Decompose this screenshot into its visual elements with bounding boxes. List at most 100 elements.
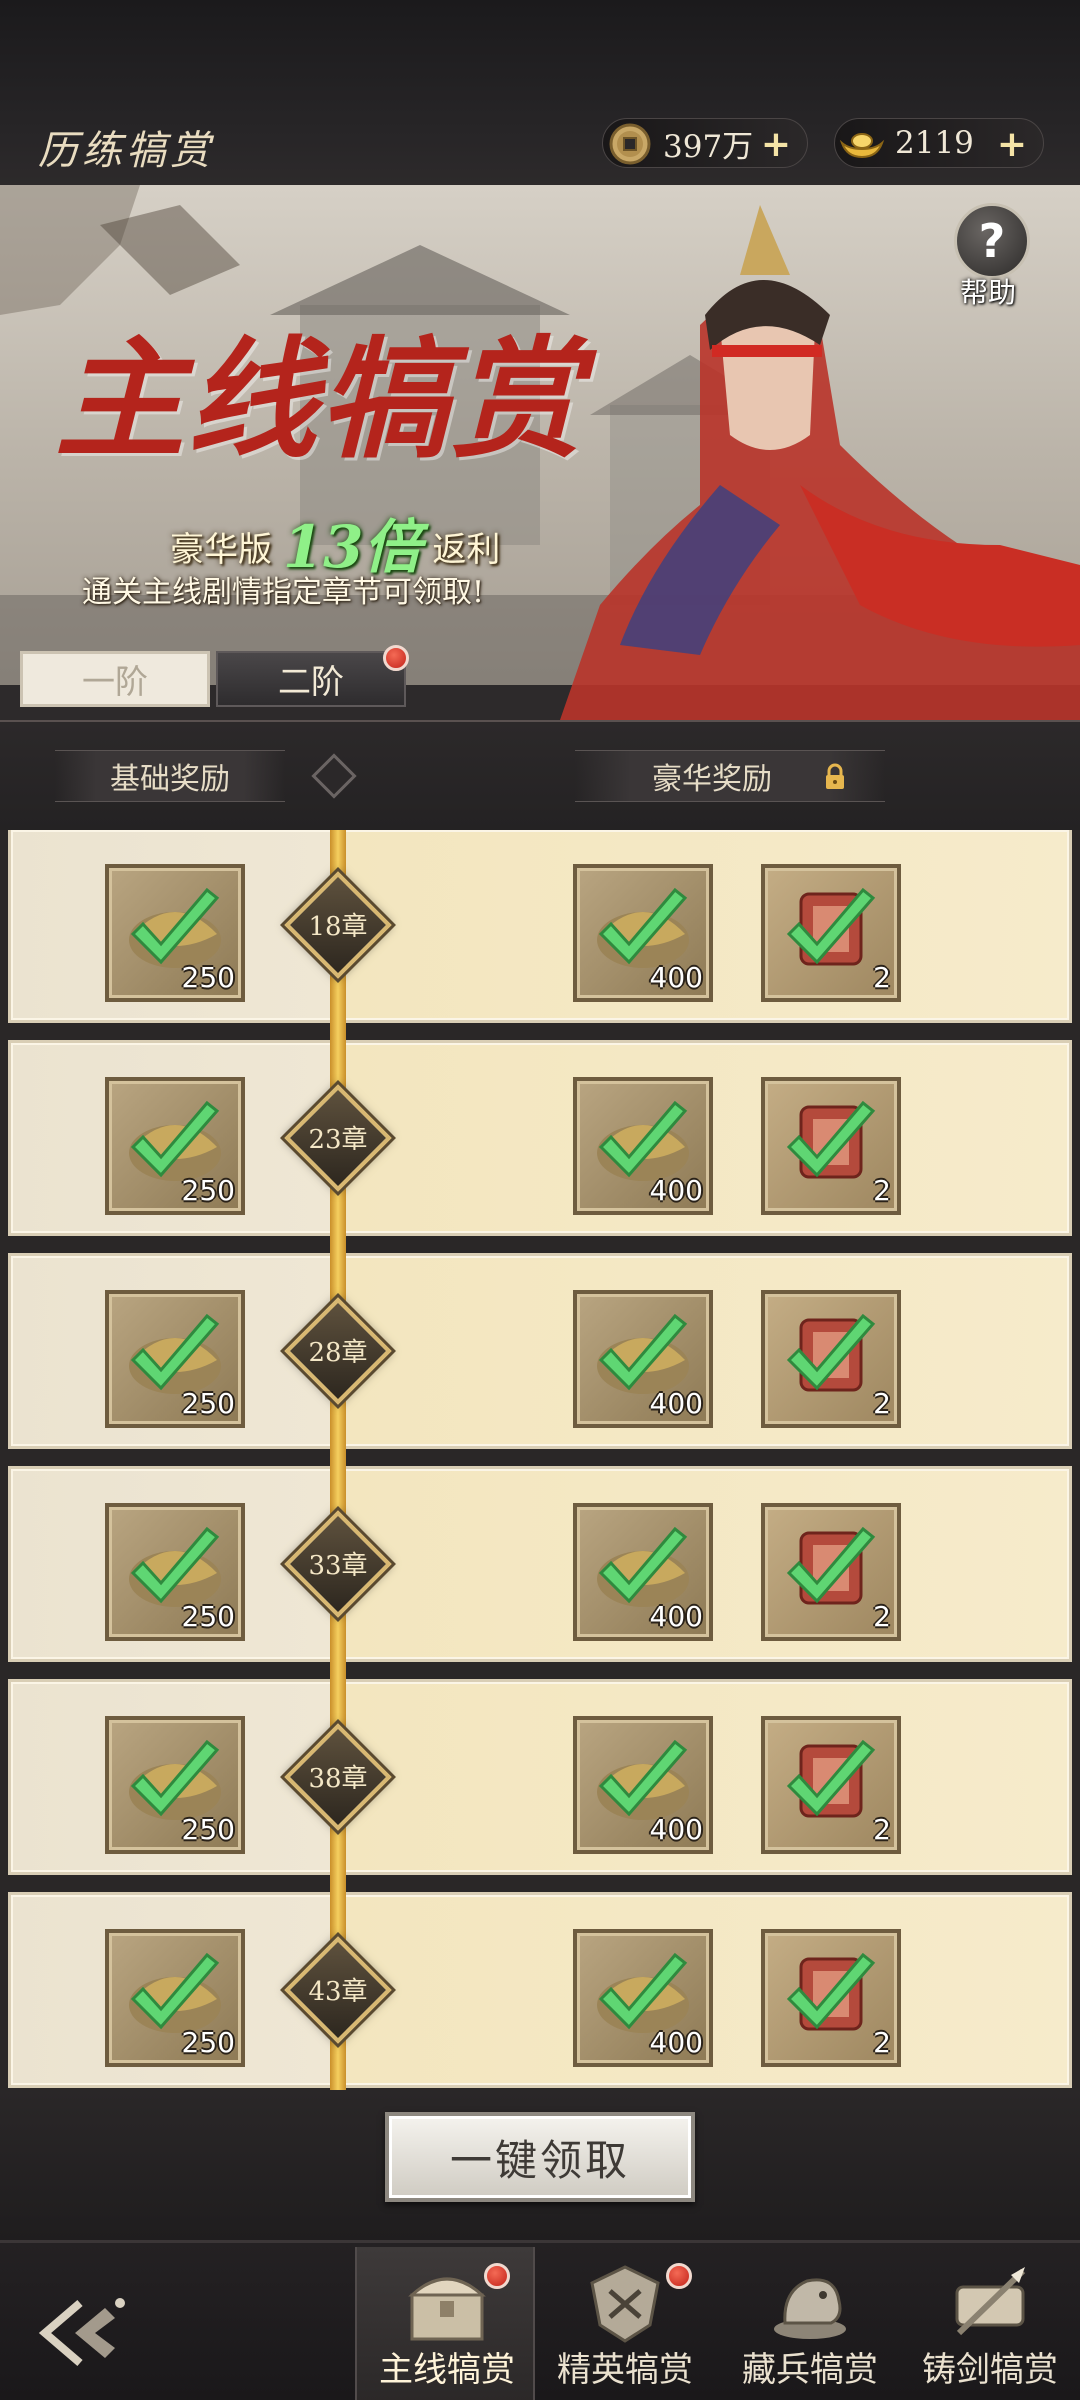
tab-main-label: 主线犒赏 <box>379 2350 515 2390</box>
reward-row[interactable]: 250 400 2 <box>8 1253 1072 1449</box>
tab-sword-label: 铸剑犒赏 <box>922 2350 1058 2390</box>
item-quantity: 250 <box>181 2026 235 2059</box>
chapter-marker: 23章 <box>284 1084 392 1192</box>
item-quantity: 250 <box>181 1174 235 1207</box>
item-quantity: 2 <box>873 1813 891 1846</box>
deluxe-reward-item[interactable]: 400 <box>573 1716 713 1854</box>
item-quantity: 400 <box>649 1387 703 1420</box>
coin-counter[interactable]: 397万 + <box>602 118 808 168</box>
chapter-marker: 33章 <box>284 1510 392 1618</box>
bottom-navigation: 主线犒赏 精英犒赏 藏兵犒赏 铸剑犒赏 <box>0 2240 1080 2400</box>
deluxe-reward-item[interactable]: 2 <box>761 1503 901 1641</box>
chapter-label: 38章 <box>308 1764 368 1794</box>
deluxe-reward-item[interactable]: 400 <box>573 864 713 1002</box>
item-quantity: 400 <box>649 2026 703 2059</box>
basic-rewards-label: 基础奖励 <box>55 750 285 802</box>
tier-tab-2[interactable]: 二阶 <box>216 651 406 707</box>
tab-arsenal-label: 藏兵犒赏 <box>742 2350 878 2390</box>
item-quantity: 250 <box>181 1600 235 1633</box>
item-quantity: 400 <box>649 1813 703 1846</box>
gold-ingot-icon <box>839 133 885 159</box>
banner-title: 主线犒赏 <box>55 323 584 476</box>
claimed-check-icon <box>786 1100 876 1178</box>
subtitle-prefix: 豪华版 <box>170 530 272 570</box>
item-quantity: 2 <box>873 1387 891 1420</box>
tab-arsenal-rewards[interactable]: 藏兵犒赏 <box>720 2247 900 2400</box>
chapter-label: 18章 <box>308 912 368 942</box>
reward-row[interactable]: 250 400 2 <box>8 1040 1072 1236</box>
add-coins-button[interactable]: + <box>761 124 791 165</box>
top-bar: 历练犒赏 397万 + 2119 + <box>0 0 1080 185</box>
chapter-marker: 43章 <box>284 1936 392 2044</box>
deluxe-reward-item[interactable]: 2 <box>761 1290 901 1428</box>
basic-reward-item[interactable]: 250 <box>105 1929 245 2067</box>
deluxe-reward-item[interactable]: 400 <box>573 1290 713 1428</box>
back-arrow-icon[interactable] <box>20 2273 130 2383</box>
deluxe-reward-item[interactable]: 2 <box>761 1929 901 2067</box>
claimed-check-icon <box>786 1313 876 1391</box>
basic-reward-item[interactable]: 250 <box>105 864 245 1002</box>
reward-row[interactable]: 250 400 2 <box>8 1679 1072 1875</box>
item-quantity: 400 <box>649 1600 703 1633</box>
claim-area: 一键领取 <box>0 2090 1080 2240</box>
item-quantity: 250 <box>181 1813 235 1846</box>
help-button[interactable]: ? <box>954 203 1030 279</box>
item-quantity: 2 <box>873 2026 891 2059</box>
banner-note: 通关主线剧情指定章节可领取! <box>82 575 485 610</box>
chapter-marker: 18章 <box>284 871 392 979</box>
subtitle-suffix: 返利 <box>432 530 501 570</box>
event-banner: 主线犒赏 豪华版 13倍 返利 通关主线剧情指定章节可领取! ? 帮助 一阶 二… <box>0 185 1080 720</box>
claimed-check-icon <box>786 1739 876 1817</box>
deluxe-reward-item[interactable]: 400 <box>573 1077 713 1215</box>
chapter-label: 28章 <box>308 1338 368 1368</box>
chapter-label: 23章 <box>308 1125 368 1155</box>
reward-row[interactable]: 250 400 2 <box>8 1466 1072 1662</box>
chapter-label: 33章 <box>308 1551 368 1581</box>
item-quantity: 250 <box>181 961 235 994</box>
reward-list[interactable]: 250 400 2 250 400 2 250 400 2 250 400 2 250 400 2 250 40… <box>0 830 1080 2090</box>
reward-row[interactable]: 250 400 2 <box>8 1892 1072 2088</box>
claimed-check-icon <box>786 1526 876 1604</box>
coin-value: 397万 <box>663 128 754 165</box>
chapter-label: 43章 <box>308 1977 368 2007</box>
item-quantity: 2 <box>873 961 891 994</box>
basic-reward-item[interactable]: 250 <box>105 1077 245 1215</box>
reward-row[interactable]: 250 400 2 <box>8 830 1072 1023</box>
item-quantity: 2 <box>873 1174 891 1207</box>
elite-shield-icon <box>590 2265 660 2343</box>
item-quantity: 2 <box>873 1600 891 1633</box>
deluxe-reward-item[interactable]: 2 <box>761 1716 901 1854</box>
beast-statue-icon <box>774 2278 846 2339</box>
sword-scroll-icon <box>955 2267 1026 2336</box>
deluxe-reward-item[interactable]: 2 <box>761 864 901 1002</box>
tab-sword-rewards[interactable]: 铸剑犒赏 <box>900 2247 1080 2400</box>
add-ingots-button[interactable]: + <box>997 124 1027 165</box>
basic-reward-item[interactable]: 250 <box>105 1290 245 1428</box>
claim-all-button[interactable]: 一键领取 <box>385 2112 695 2202</box>
tab-elite-label: 精英犒赏 <box>557 2350 693 2390</box>
basic-reward-item[interactable]: 250 <box>105 1716 245 1854</box>
ingot-value: 2119 <box>895 125 974 161</box>
claimed-check-icon <box>786 887 876 965</box>
notification-dot <box>383 645 409 671</box>
reward-section-header: 基础奖励 豪华奖励 <box>0 720 1080 830</box>
help-label: 帮助 <box>960 276 1017 309</box>
lock-icon <box>826 763 844 789</box>
tier-tab-1[interactable]: 一阶 <box>20 651 210 707</box>
ingot-counter[interactable]: 2119 + <box>834 118 1044 168</box>
notification-dot <box>666 2263 692 2289</box>
progress-track <box>330 830 346 2090</box>
item-quantity: 250 <box>181 1387 235 1420</box>
item-quantity: 400 <box>649 1174 703 1207</box>
deluxe-reward-item[interactable]: 400 <box>573 1929 713 2067</box>
deluxe-reward-item[interactable]: 2 <box>761 1077 901 1215</box>
basic-reward-item[interactable]: 250 <box>105 1503 245 1641</box>
deluxe-reward-item[interactable]: 400 <box>573 1503 713 1641</box>
treasure-chest-icon <box>408 2277 486 2341</box>
notification-dot <box>484 2263 510 2289</box>
chapter-marker: 28章 <box>284 1297 392 1405</box>
claimed-check-icon <box>786 1952 876 2030</box>
chapter-marker: 38章 <box>284 1723 392 1831</box>
copper-coin-icon <box>609 123 651 165</box>
deluxe-rewards-label: 豪华奖励 <box>575 750 885 802</box>
